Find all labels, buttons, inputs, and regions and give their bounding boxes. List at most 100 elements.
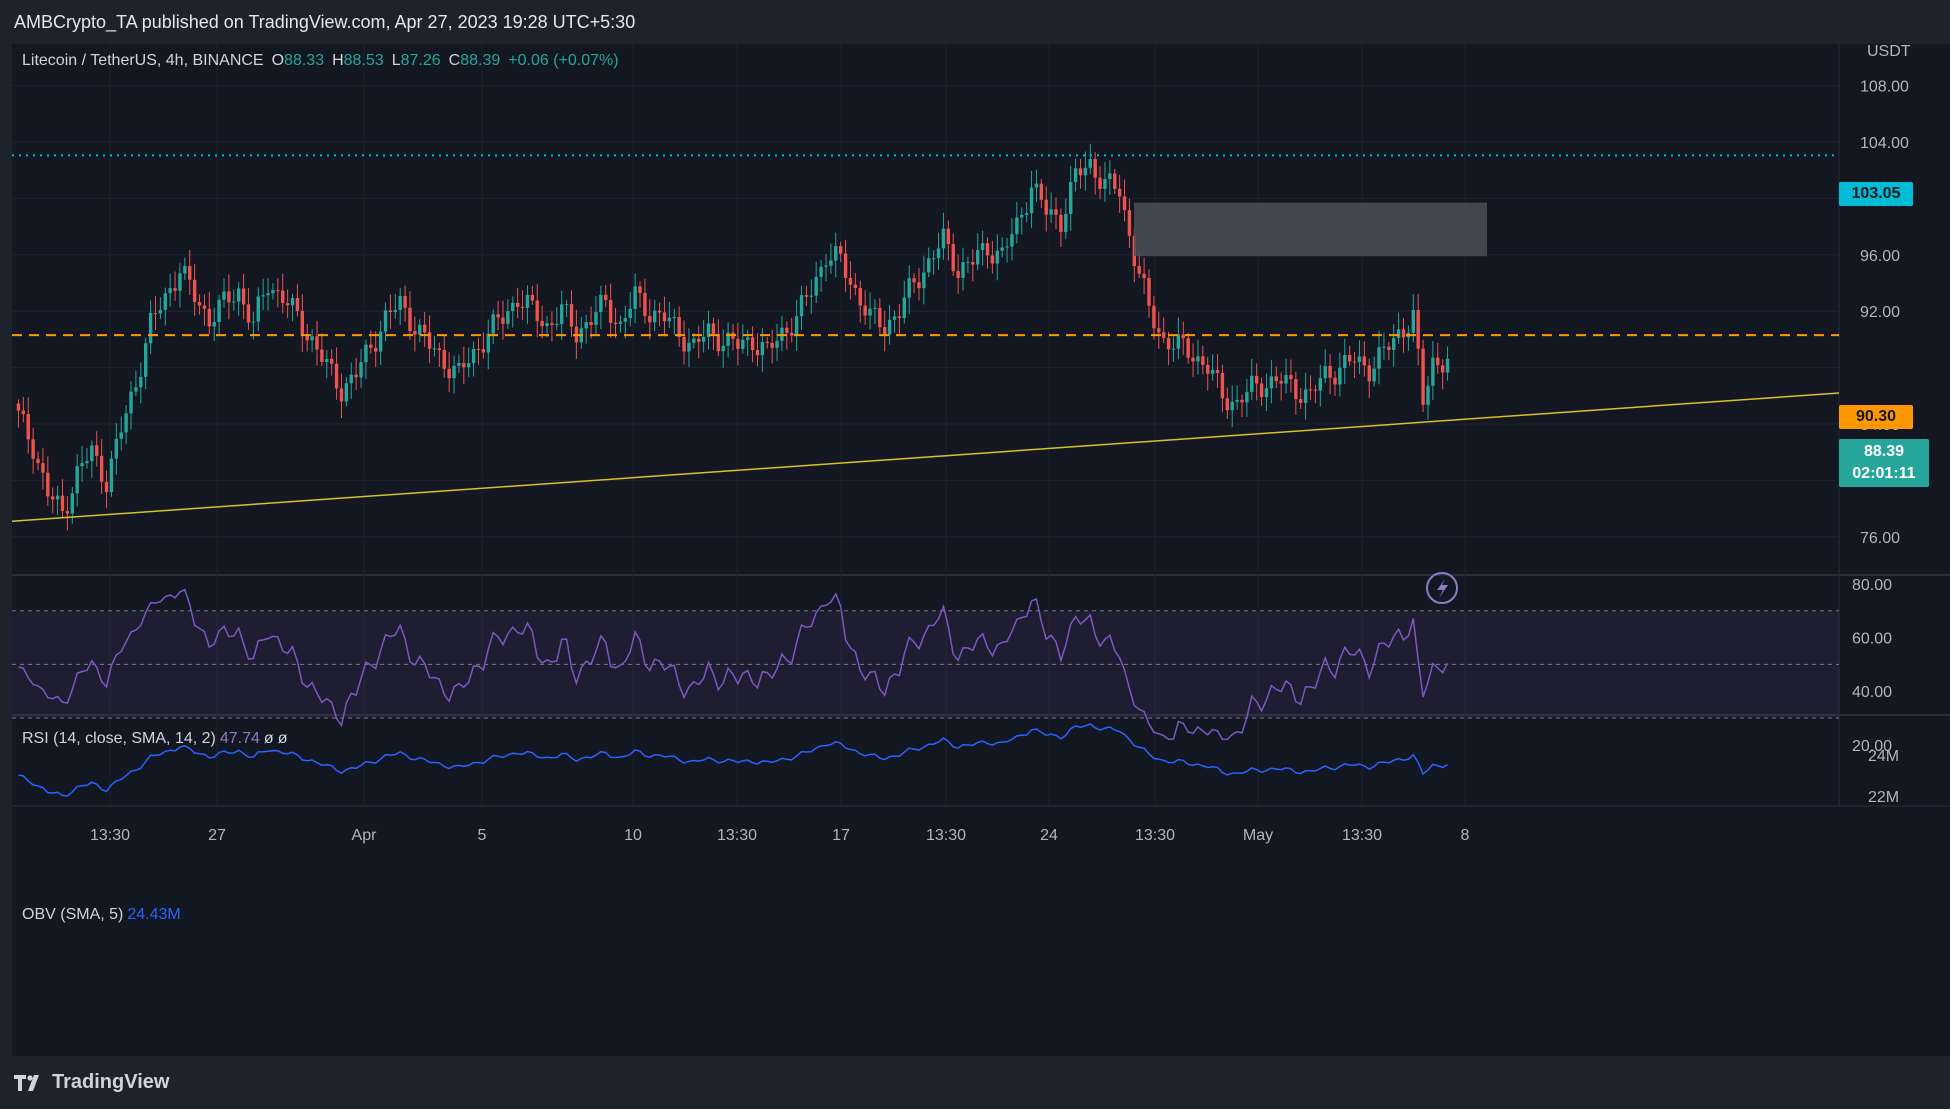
candle-body [540, 320, 544, 327]
candle-body [604, 294, 608, 301]
candle-body [785, 327, 789, 333]
candle-body [300, 311, 305, 336]
low-label: L [391, 52, 401, 69]
candle-body [1245, 391, 1249, 403]
candle-body [990, 255, 995, 264]
candle-body [202, 305, 207, 309]
candle-body [1161, 332, 1166, 338]
chart-svg[interactable]: 108.00104.00100.0096.0092.0084.0080.0076… [12, 44, 1950, 1056]
candle-body [1215, 370, 1220, 373]
candle-body [46, 472, 50, 497]
candle-body [995, 250, 999, 264]
candle-body [912, 278, 916, 283]
candle-body [383, 310, 388, 332]
candle-body [750, 337, 755, 351]
symbol-title[interactable]: Litecoin / TetherUS, 4h, BINANCE [22, 52, 264, 70]
candle-body [65, 511, 70, 514]
candle-body [192, 279, 197, 303]
candle-body [129, 391, 133, 414]
candle-body [1210, 370, 1215, 374]
obv-legend[interactable]: OBV (SMA, 5) 24.43M [22, 906, 185, 924]
candle-body [692, 338, 696, 343]
obv-label[interactable]: OBV (SMA, 5) [22, 906, 123, 924]
rsi-label[interactable]: RSI (14, close, SMA, 14, 2) [22, 730, 216, 748]
candle-body [745, 337, 750, 340]
price-tick-label: 92.00 [1860, 304, 1900, 321]
chart-area[interactable]: 108.00104.00100.0096.0092.0084.0080.0076… [12, 44, 1950, 1056]
candle-body [148, 313, 153, 344]
rsi-legend[interactable]: RSI (14, close, SMA, 14, 2) 47.74 ø ø [22, 730, 291, 748]
candle-body [197, 302, 202, 306]
candle-body [804, 295, 809, 297]
candle-body [799, 295, 804, 317]
candle-body [1387, 346, 1391, 350]
candle-body [1137, 266, 1141, 274]
candle-body [1289, 375, 1293, 380]
rsi-tick-label: 60.00 [1852, 631, 1892, 648]
candle-body [1049, 209, 1053, 215]
candle-body [931, 258, 936, 260]
candle-body [1274, 376, 1278, 382]
candle-body [628, 308, 632, 319]
candle-body [408, 307, 412, 332]
candle-body [809, 295, 814, 297]
candle-body [677, 317, 681, 338]
candle-body [560, 304, 564, 325]
candle-body [60, 495, 65, 512]
candle-body [1142, 273, 1146, 279]
obv-tick-label: 22M [1868, 789, 1899, 806]
candle-body [555, 324, 559, 326]
candle-body [163, 293, 167, 310]
candle-body [212, 321, 216, 327]
candle-body [1372, 368, 1376, 382]
candle-body [266, 293, 270, 296]
support-price-tag: 90.30 [1839, 405, 1913, 429]
candle-body [1259, 383, 1264, 398]
candle-body [819, 266, 823, 277]
candle-body [1122, 196, 1127, 211]
candle-body [633, 286, 637, 309]
time-tick-label: 13:30 [1342, 827, 1382, 844]
candle-body [971, 262, 975, 265]
candle-body [506, 311, 510, 324]
candle-body [222, 291, 226, 300]
ascending-trendline[interactable] [12, 392, 1840, 523]
resistance-price-tag: 103.05 [1839, 182, 1913, 206]
candle-body [1152, 305, 1156, 329]
candle-body [325, 358, 329, 362]
candle-body [1362, 356, 1367, 366]
candle-body [1426, 385, 1430, 405]
candle-body [236, 288, 241, 302]
tradingview-logo[interactable]: TradingView [14, 1071, 169, 1094]
candle-body [1225, 398, 1230, 411]
candle-body [961, 262, 965, 278]
candle-body [814, 276, 818, 296]
candle-body [1284, 375, 1288, 384]
candle-body [1108, 173, 1112, 180]
candle-body [349, 374, 353, 384]
candle-body [1323, 366, 1327, 379]
candle-body [432, 348, 437, 350]
candle-body [295, 298, 300, 312]
candle-body [329, 358, 334, 364]
candle-body [927, 258, 931, 273]
candle-body [271, 290, 275, 294]
candle-body [442, 350, 446, 369]
candle-body [1328, 366, 1332, 378]
candle-body [794, 316, 799, 336]
candle-body [1000, 247, 1004, 251]
candle-body [281, 290, 285, 304]
candle-body [770, 342, 774, 348]
candle-body [936, 248, 941, 259]
tradingview-logo-icon [14, 1074, 39, 1091]
candle-body [99, 455, 104, 482]
symbol-legend[interactable]: Litecoin / TetherUS, 4h, BINANCE O88.33 … [22, 52, 623, 70]
candle-body [525, 294, 530, 308]
candle-body [471, 349, 476, 364]
candle-body [369, 344, 373, 348]
candle-body [437, 348, 442, 351]
candle-body [114, 438, 119, 459]
candle-body [261, 295, 265, 297]
candle-body [1411, 310, 1415, 333]
candle-body [711, 323, 716, 335]
